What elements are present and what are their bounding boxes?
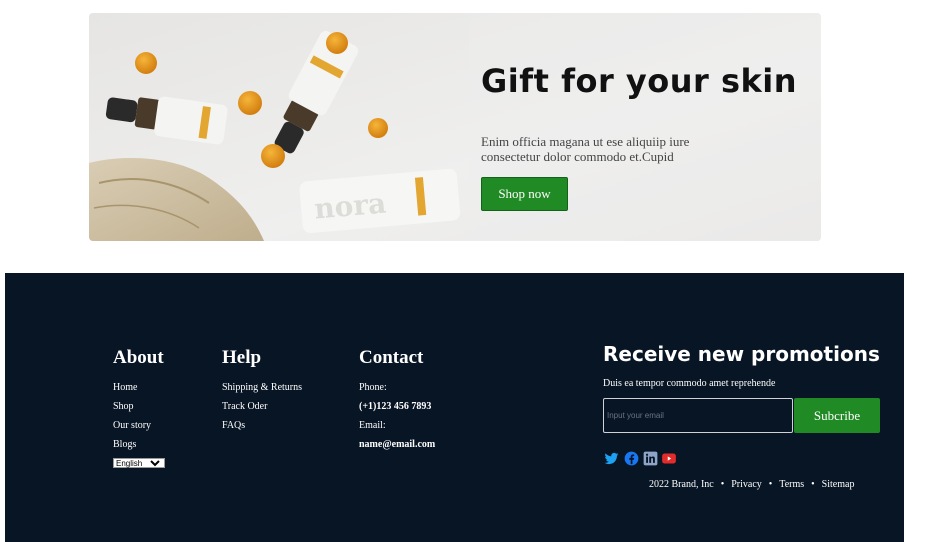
terms-link[interactable]: Terms [779, 479, 804, 490]
help-links: Shipping & Returns Track Oder FAQs [222, 382, 302, 439]
phone-label: Phone: [359, 382, 387, 393]
contact-info: Phone: (+1)123 456 7893 Email: name@emai… [359, 382, 435, 458]
email-label: Email: [359, 420, 386, 431]
phone-number[interactable]: (+1)123 456 7893 [359, 401, 435, 420]
twitter-icon[interactable] [604, 451, 619, 466]
svg-text:nora: nora [313, 186, 388, 225]
footer-link-our-story[interactable]: Our story [113, 420, 151, 439]
banner-title: Gift for your skin [481, 62, 798, 100]
sitemap-link[interactable]: Sitemap [822, 479, 855, 490]
facebook-icon[interactable] [624, 451, 639, 466]
chevron-down-icon [150, 460, 160, 467]
footer-link-blogs[interactable]: Blogs [113, 439, 151, 458]
about-links: Home Shop Our story Blogs [113, 382, 151, 458]
email-address[interactable]: name@email.com [359, 439, 435, 458]
site-footer: About Home Shop Our story Blogs English … [5, 273, 904, 542]
language-select[interactable]: English [113, 458, 165, 468]
linkedin-icon[interactable] [643, 451, 658, 466]
footer-link-track-order[interactable]: Track Oder [222, 401, 302, 420]
about-heading: About [113, 347, 164, 368]
footer-link-shop[interactable]: Shop [113, 401, 151, 420]
promotions-subtitle: Duis ea tempor commodo amet reprehende [603, 378, 776, 389]
copyright-text: 2022 Brand, Inc [649, 479, 714, 490]
footer-link-shipping-returns[interactable]: Shipping & Returns [222, 382, 302, 401]
subscribe-button[interactable]: Subcribe [794, 398, 880, 433]
footer-link-faqs[interactable]: FAQs [222, 420, 302, 439]
privacy-link[interactable]: Privacy [731, 479, 762, 490]
banner-description: Enim officia magana ut ese aliquiip iure… [481, 134, 690, 164]
shop-now-button[interactable]: Shop now [481, 177, 568, 211]
contact-heading: Contact [359, 347, 424, 368]
language-value: English [116, 459, 143, 468]
footer-link-home[interactable]: Home [113, 382, 151, 401]
youtube-icon[interactable] [661, 451, 677, 466]
product-photo: nora [89, 13, 821, 241]
promo-banner: nora [89, 13, 821, 241]
email-input[interactable] [603, 398, 793, 433]
promotions-heading: Receive new promotions [603, 342, 880, 366]
help-heading: Help [222, 347, 262, 368]
footer-bottom-links: 2022 Brand, Inc • Privacy • Terms • Sitemap [649, 479, 855, 490]
